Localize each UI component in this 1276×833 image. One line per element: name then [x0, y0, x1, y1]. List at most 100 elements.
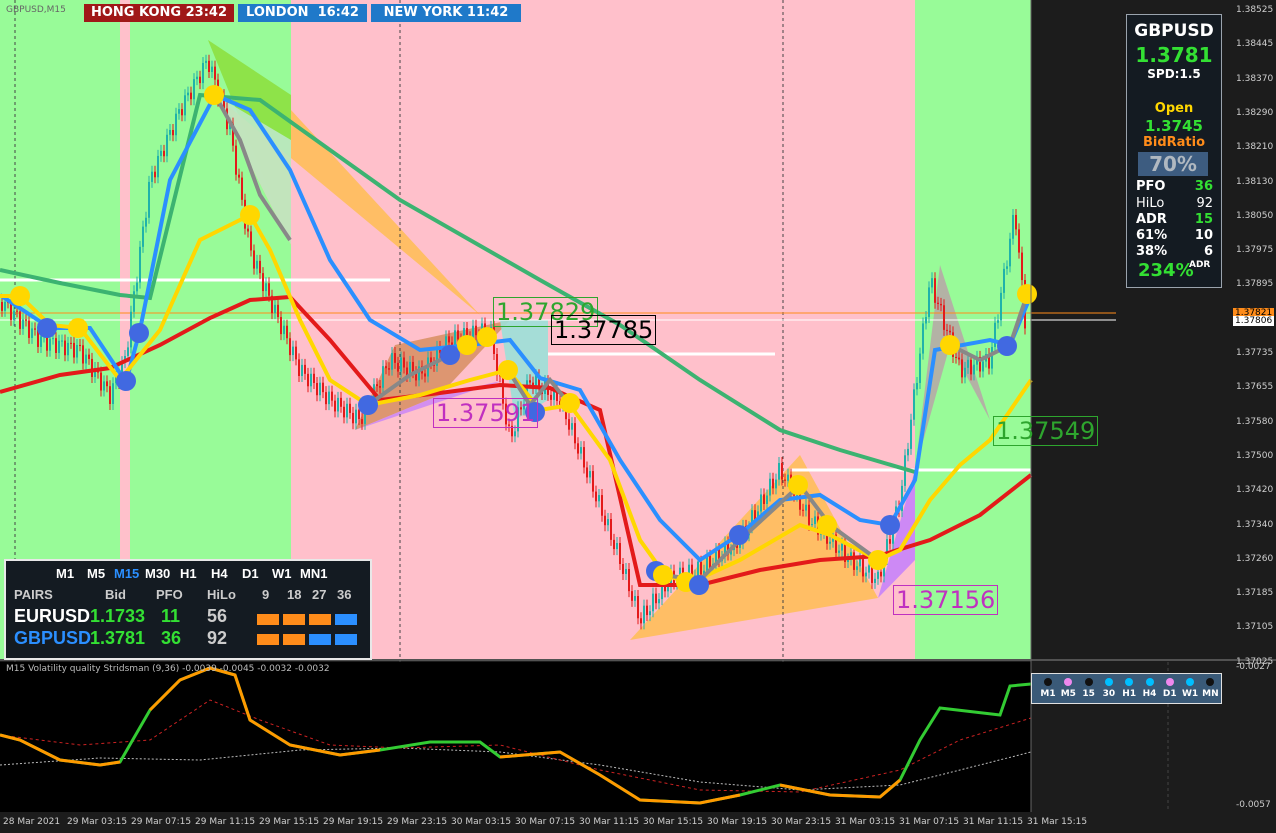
time-axis-tick: 29 Mar 03:15 [67, 817, 128, 827]
tf-m15[interactable]: M15 [114, 566, 139, 581]
header-pfo: PFO [156, 587, 183, 602]
signal-dot [116, 371, 136, 391]
price-axis-tick: 1.37340 [1236, 519, 1274, 530]
timeframe-status-label: W1 [1181, 689, 1199, 699]
timeframe-status-dot [1125, 678, 1134, 686]
candle-body [349, 403, 351, 413]
candle-body [379, 386, 381, 388]
candle-body [307, 373, 309, 387]
candle-body [22, 319, 24, 329]
signal-dot [37, 318, 57, 338]
row-pfo: 36 [161, 628, 182, 648]
candle-body [247, 228, 249, 232]
mt4-chart-window[interactable]: GBPUSD,M15 HONG KONG 23:42 LONDON 16:42 … [0, 0, 1276, 833]
candle-body [109, 386, 111, 404]
candle-body [910, 419, 912, 449]
trend-bar [309, 614, 331, 625]
candle-body [916, 382, 918, 390]
stat-key: PFO [1136, 179, 1166, 194]
tf-h4[interactable]: H4 [211, 566, 228, 581]
price-axis-tick: 1.37655 [1236, 382, 1274, 393]
timeframe-status-label: M1 [1040, 689, 1056, 699]
candle-body [571, 423, 573, 430]
tf-mn1[interactable]: MN1 [300, 566, 327, 581]
signal-dot [1017, 284, 1037, 304]
candle-body [385, 366, 387, 369]
candle-body [580, 447, 582, 454]
info-open-label: Open [1154, 101, 1194, 116]
timeframe-status-dot [1165, 678, 1174, 686]
header-pairs: PAIRS [14, 587, 53, 602]
candle-body [775, 479, 777, 489]
tf-m5[interactable]: M5 [87, 566, 105, 581]
candle-body [85, 354, 87, 364]
tf-d1[interactable]: D1 [242, 566, 259, 581]
signal-dot [358, 395, 378, 415]
info-bidratio-value: 70% [1138, 152, 1208, 176]
candle-body [658, 599, 660, 604]
row-pair[interactable]: GBPUSD [14, 628, 91, 649]
candle-body [391, 353, 393, 370]
candle-body [40, 336, 42, 347]
signal-dot [653, 565, 673, 585]
candle-body [295, 346, 297, 360]
candle-body [709, 555, 711, 568]
candle-body [412, 361, 414, 373]
signal-dot [457, 335, 477, 355]
signal-dot [817, 515, 837, 535]
candle-body [919, 353, 921, 383]
candle-body [925, 317, 927, 324]
timeframe-status-dot [1044, 678, 1052, 686]
header-9: 9 [262, 587, 270, 602]
timeframe-status-label: 15 [1082, 689, 1095, 699]
candle-body [175, 113, 177, 136]
price-axis-tick: 1.38445 [1236, 39, 1274, 50]
candle-body [211, 66, 213, 72]
candle-body [889, 539, 891, 544]
candle-body [259, 260, 261, 274]
candle-body [514, 431, 516, 437]
session-new-york: NEW YORK 11:42 [371, 4, 521, 22]
price-label: 1.37156 [893, 585, 999, 615]
timeframe-status-label: H1 [1122, 689, 1137, 699]
tf-m30[interactable]: M30 [145, 566, 170, 581]
candle-body [298, 359, 300, 377]
header-18: 18 [287, 587, 302, 602]
price-axis-tick: 1.38210 [1236, 142, 1274, 153]
candle-body [625, 569, 627, 574]
candle-body [763, 494, 765, 504]
candle-body [1006, 266, 1008, 269]
price-label: 1.37785 [551, 315, 657, 345]
candle-body [238, 174, 240, 178]
candle-body [781, 462, 783, 480]
candle-body [667, 586, 669, 592]
candle-body [325, 392, 327, 405]
candle-body [997, 320, 999, 323]
candle-body [862, 558, 864, 577]
candle-body [280, 317, 282, 335]
candle-body [394, 353, 396, 363]
candle-body [577, 443, 579, 454]
candle-body [778, 462, 780, 480]
row-pair[interactable]: EURUSD [14, 606, 90, 627]
candle-body [277, 304, 279, 318]
tf-m1[interactable]: M1 [56, 566, 74, 581]
candle-body [1003, 268, 1005, 293]
candle-body [1000, 292, 1002, 321]
candle-body [376, 384, 378, 387]
tf-w1[interactable]: W1 [272, 566, 292, 581]
candle-body [982, 361, 984, 372]
candle-body [256, 260, 258, 269]
candle-body [1021, 252, 1023, 281]
tf-h1[interactable]: H1 [180, 566, 197, 581]
price-axis-tick: 1.38370 [1236, 73, 1274, 84]
timeframe-status-label: MN [1202, 689, 1219, 699]
candle-body [289, 338, 291, 356]
candle-body [604, 515, 606, 526]
trend-bar [309, 634, 331, 645]
candle-body [91, 358, 93, 377]
candle-body [169, 129, 171, 135]
candle-body [28, 320, 30, 338]
trend-bar [335, 634, 357, 645]
candle-body [73, 342, 75, 358]
